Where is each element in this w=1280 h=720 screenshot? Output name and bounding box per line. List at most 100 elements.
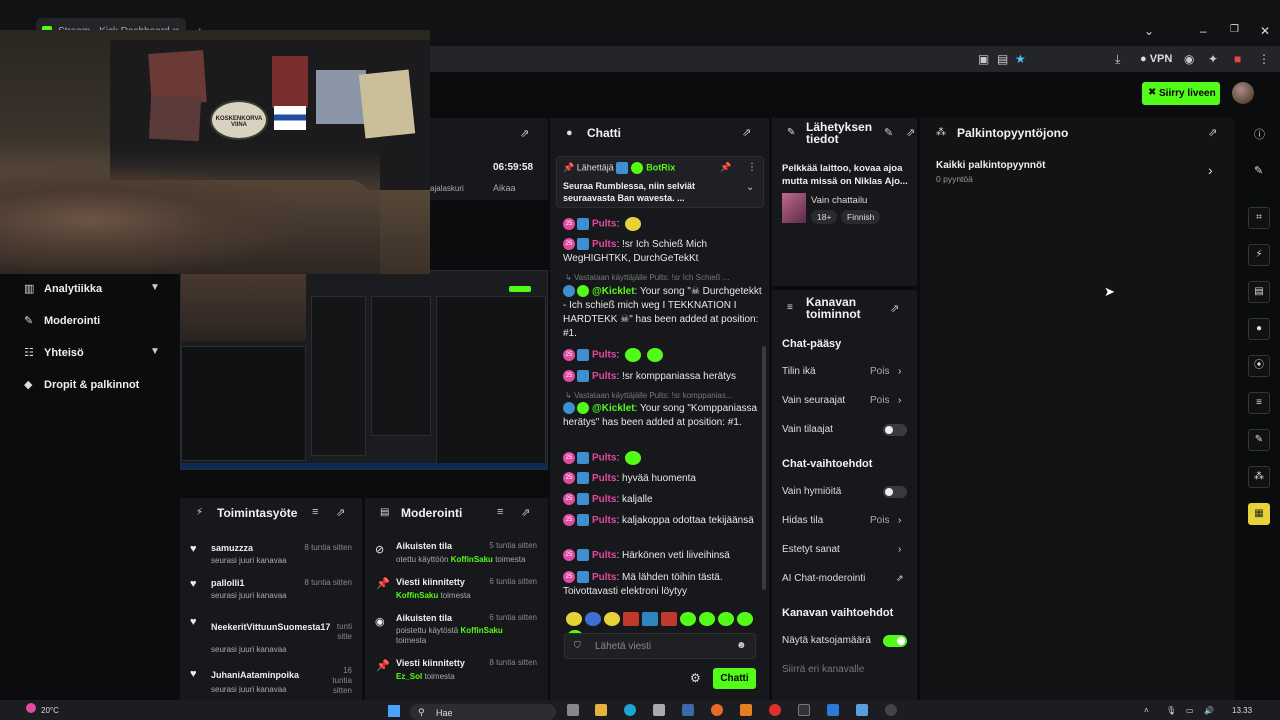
chat-username[interactable]: Pults [592,239,616,250]
chat-username[interactable]: @Kicklet [592,286,635,297]
rail-list-icon[interactable]: ≡ [1248,392,1270,414]
account-icon[interactable]: ◉ [1184,52,1194,66]
rail-broadcast-icon[interactable]: ⦿ [1248,355,1270,377]
chevron-right-icon[interactable]: › [1208,162,1213,178]
browser-menu-icon[interactable]: ⋮ [1258,52,1270,66]
taskbar-search[interactable]: ⚲ Hae [410,704,556,720]
emote-icon[interactable] [604,611,620,626]
mod-user[interactable]: KoffinSaku [461,626,503,635]
go-live-button[interactable]: ✖ Siirry liveen [1142,82,1220,105]
sidebar-item-analytics[interactable]: ▥ Analytiikka ▼ [24,282,160,295]
mic-icon[interactable]: 🎙 [1166,706,1176,715]
firefox-icon[interactable] [711,704,723,716]
category-name[interactable]: Vain chattailu [811,195,867,206]
host-label[interactable]: Siirrä eri kanavalle [782,664,864,675]
taskbar-clock[interactable]: 13.33 [1232,706,1252,715]
chat-username[interactable]: Pults [592,453,616,464]
sidebar-item-moderation[interactable]: ✎ Moderointi [24,314,100,327]
bookmark-star-icon[interactable]: ★ [1015,52,1026,66]
chat-message[interactable]: @Kicklet: Your song "☠ Durchgetekkt - Ic… [563,285,763,341]
tray-chevron-icon[interactable]: ˄ [1144,706,1149,715]
vpn-badge[interactable]: ● VPN [1140,53,1172,65]
chat-message[interactable]: @Kicklet: Your song "Komppaniassa heräty… [563,402,763,430]
all-rewards-label[interactable]: Kaikki palkintopyynnöt [936,160,1045,171]
follower-name[interactable]: pallolli1 [211,578,245,588]
banned-words-label[interactable]: Estetyt sanat [782,544,840,555]
pinned-menu-icon[interactable]: ⋮ [747,162,757,173]
edit-layout-icon[interactable]: ✎ [1254,164,1263,177]
chat-username[interactable]: @Kicklet [592,403,635,414]
chat-message[interactable]: 25 Pults: Mä lähden töihin tästä. Toivott… [563,571,763,599]
gear-icon[interactable]: ⚙ [690,671,701,685]
chat-input[interactable]: ⛉ Lähetä viesti ☻ [564,633,756,659]
chat-message[interactable]: 25 Pults: [563,348,763,363]
store-icon[interactable] [653,704,665,716]
reader-icon[interactable]: ▤ [997,52,1008,66]
stream-preview-video[interactable] [180,270,548,470]
chat-username[interactable]: Pults [592,473,616,484]
chat-message[interactable]: 25 Pults: Härkönen veti liiveihinsä [563,549,763,563]
app-icon[interactable] [827,704,839,716]
rail-rewards-icon[interactable]: ⁂ [1248,466,1270,488]
emote-icon[interactable] [623,611,639,626]
rail-activity-icon[interactable]: ⚡ [1248,244,1270,266]
chevron-right-icon[interactable]: › [898,395,901,406]
chevron-down-icon[interactable]: ⌄ [746,182,754,193]
weather-temp[interactable]: 20°C [41,706,59,715]
screenshot-icon[interactable]: ▣ [978,52,989,66]
mod-user[interactable]: Ez_Sol [396,672,422,681]
follower-name[interactable]: samuzzza [211,543,253,553]
chat-username[interactable]: Pults [592,494,616,505]
chat-scrollbar[interactable] [762,346,766,590]
emote-icon[interactable] [737,611,753,626]
expand-icon[interactable]: ⇗ [521,506,530,519]
expand-icon[interactable]: ⇗ [336,506,345,519]
followers-only-value[interactable]: Pois [870,395,889,406]
tab-list-chevron-icon[interactable]: ⌄ [1144,24,1154,38]
emote-icon[interactable] [680,611,696,626]
emote-icon[interactable] [566,611,582,626]
chat-message[interactable]: 25 Pults: hyvää huomenta [563,472,763,486]
app-icon[interactable] [856,704,868,716]
download-icon[interactable]: ⤓ [1115,52,1120,67]
info-icon[interactable]: ⓘ [1254,126,1265,142]
chevron-right-icon[interactable]: › [898,544,901,555]
mod-user[interactable]: KoffinSaku [396,591,438,600]
edit-pencil-icon[interactable]: ✎ [884,126,893,139]
edge-icon[interactable] [624,704,636,716]
chat-username[interactable]: Pults [592,371,616,382]
emote-icon[interactable] [699,611,715,626]
expand-icon[interactable]: ⇗ [520,127,529,140]
windows-start-icon[interactable] [388,705,400,717]
expand-icon[interactable]: ⇗ [1208,126,1217,139]
emote-icon[interactable] [585,611,601,626]
subs-only-toggle[interactable] [883,424,907,436]
mod-user[interactable]: KoffinSaku [451,555,493,564]
chat-username[interactable]: Pults [592,572,616,583]
expand-icon[interactable]: ⇗ [742,126,751,139]
extensions-icon[interactable]: ✦ [1208,52,1218,66]
opera-icon[interactable] [769,704,781,716]
volume-icon[interactable]: 🔊 [1204,706,1214,715]
show-viewers-toggle[interactable] [883,635,907,647]
rail-preview-icon[interactable]: ⌗ [1248,207,1270,229]
chat-message[interactable]: 25 Pults: kaljakoppa odottaa tekijäänsä [563,514,763,528]
sidebar-item-drops[interactable]: ◆ Dropit & palkinnot [24,378,139,391]
chat-username[interactable]: Pults [592,350,616,361]
maximize-button[interactable]: ❐ [1230,24,1239,35]
steam-icon[interactable] [682,704,694,716]
close-window-button[interactable]: ✕ [1260,24,1270,38]
chat-username[interactable]: Pults [592,550,616,561]
taskview-icon[interactable] [567,704,579,716]
rail-document-icon[interactable]: ▤ [1248,281,1270,303]
send-chat-button[interactable]: Chatti [713,668,756,689]
chat-username[interactable]: Pults [592,219,616,230]
expand-icon[interactable]: ⇗ [906,126,915,139]
chat-username[interactable]: Pults [592,515,616,526]
vlc-icon[interactable] [740,704,752,716]
obs-icon[interactable] [885,704,897,716]
rail-wrench-icon[interactable]: ✎ [1248,429,1270,451]
expand-icon[interactable]: ⇗ [890,302,899,315]
account-age-value[interactable]: Pois [870,366,889,377]
sidebar-item-community[interactable]: ☷ Yhteisö ▼ [24,346,160,359]
